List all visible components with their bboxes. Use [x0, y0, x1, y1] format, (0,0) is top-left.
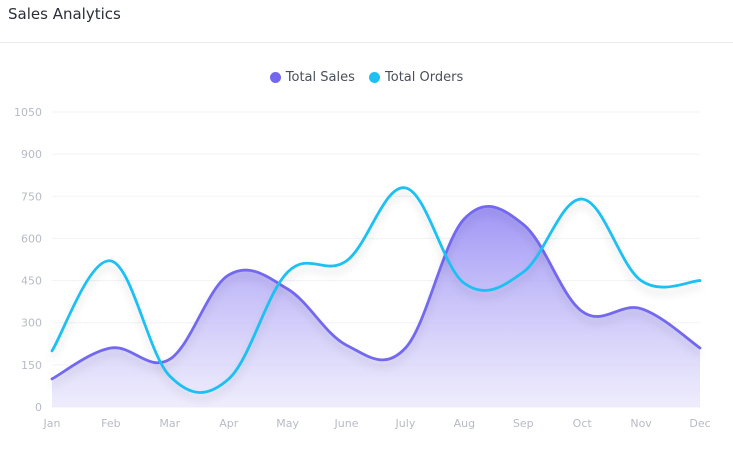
y-tick-label: 0 [35, 401, 42, 414]
sales-chart: 01503004506007509001050 Jan Feb Mar Apr May J… [14, 106, 711, 430]
x-tick-label: Jan [43, 417, 61, 430]
x-tick-label: June [334, 417, 359, 430]
y-tick-label: 900 [21, 148, 42, 161]
y-tick-label: 600 [21, 232, 42, 245]
y-axis-ticks: 0 150 300 450 600 750 900 1050 [14, 106, 42, 414]
sales-analytics-card: Sales Analytics Total Sales Total Orders… [0, 0, 733, 453]
x-tick-label: Feb [101, 417, 120, 430]
y-tick-label: 300 [21, 317, 42, 330]
x-tick-label: Oct [573, 417, 593, 430]
x-tick-label: May [276, 417, 299, 430]
sales-area-fill [52, 206, 700, 407]
x-tick-label: Aug [454, 417, 475, 430]
x-axis-ticks: Jan Feb Mar Apr May June July Aug Sep Oct Nov Dec [43, 417, 711, 430]
x-tick-label: Dec [689, 417, 710, 430]
x-tick-label: Apr [219, 417, 239, 430]
series-layer [50, 186, 702, 407]
y-tick-label: 1050 [14, 106, 42, 119]
x-tick-label: Sep [513, 417, 534, 430]
x-tick-label: Mar [159, 417, 180, 430]
y-tick-label: 750 [21, 190, 42, 203]
y-tick-label: 450 [21, 275, 42, 288]
y-tick-label: 150 [21, 359, 42, 372]
x-tick-label: July [395, 417, 416, 430]
x-tick-label: Nov [630, 417, 652, 430]
